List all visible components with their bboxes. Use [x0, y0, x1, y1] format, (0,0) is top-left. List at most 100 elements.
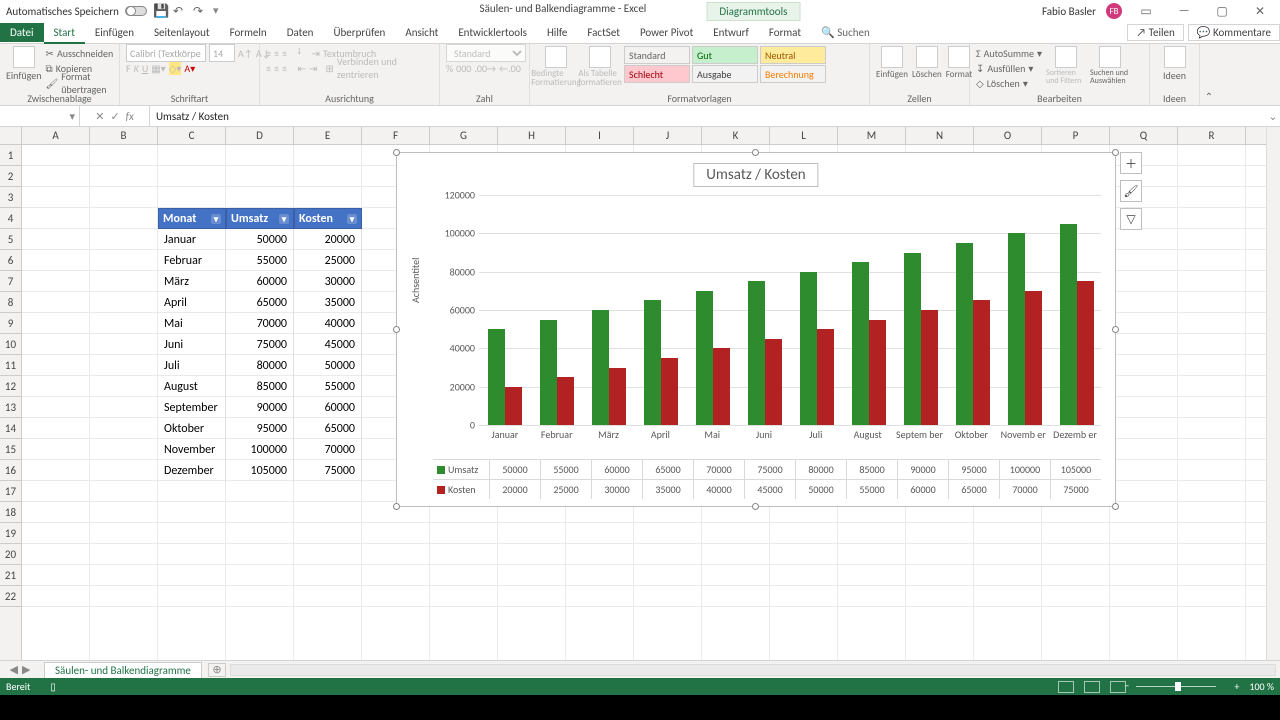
tab-entwurf[interactable]: Entwurf: [703, 23, 759, 42]
column-header[interactable]: K: [702, 127, 770, 144]
row-header[interactable]: 2: [0, 166, 21, 187]
table-row[interactable]: Februar5500025000: [158, 250, 362, 271]
chart-title[interactable]: Umsatz / Kosten: [693, 163, 818, 187]
table-row[interactable]: Juni7500045000: [158, 334, 362, 355]
tab-file[interactable]: Datei: [0, 23, 44, 42]
number-format-select[interactable]: Standard: [446, 44, 526, 62]
table-row[interactable]: Oktober9500065000: [158, 418, 362, 439]
tab-daten[interactable]: Daten: [277, 23, 324, 42]
bar-umsatz[interactable]: [1008, 233, 1025, 425]
zoom-slider[interactable]: [1136, 686, 1216, 687]
resize-handle[interactable]: [752, 503, 759, 510]
cell-style-gut[interactable]: Gut: [692, 46, 758, 64]
column-header[interactable]: I: [566, 127, 634, 144]
column-header[interactable]: A: [22, 127, 90, 144]
zoom-level[interactable]: 100 %: [1249, 680, 1274, 693]
row-header[interactable]: 17: [0, 481, 21, 502]
tab-einfügen[interactable]: Einfügen: [85, 23, 144, 42]
bar-umsatz[interactable]: [800, 272, 817, 425]
y-axis-title[interactable]: Achsentitel: [409, 258, 422, 303]
view-page-layout-icon[interactable]: [1084, 681, 1100, 693]
bar-kosten[interactable]: [973, 300, 990, 425]
table-row[interactable]: Mai7000040000: [158, 313, 362, 334]
tab-hilfe[interactable]: Hilfe: [537, 23, 577, 42]
cells-delete-button[interactable]: Löschen: [912, 46, 942, 80]
sheet-tab-active[interactable]: Säulen- und Balkendiagramme: [44, 662, 202, 678]
table-row[interactable]: September9000060000: [158, 397, 362, 418]
row-header[interactable]: 7: [0, 271, 21, 292]
sheet-nav-prev-icon[interactable]: ◀: [10, 663, 18, 676]
row-header[interactable]: 15: [0, 439, 21, 460]
column-header[interactable]: O: [974, 127, 1042, 144]
row-header[interactable]: 14: [0, 418, 21, 439]
sort-filter-button[interactable]: Sortieren und Filtern: [1046, 46, 1086, 85]
fill-button[interactable]: ↧ Ausfüllen ▾: [976, 61, 1042, 75]
chart-filters-button[interactable]: ▽: [1120, 208, 1142, 230]
column-header[interactable]: G: [430, 127, 498, 144]
cell-style-schlecht[interactable]: Schlecht: [624, 65, 690, 83]
column-header[interactable]: B: [90, 127, 158, 144]
row-header[interactable]: 3: [0, 187, 21, 208]
cell-style-berechnung[interactable]: Berechnung: [760, 65, 826, 83]
filter-icon[interactable]: [279, 212, 289, 226]
cut-button[interactable]: ✂ Ausschneiden: [46, 46, 114, 60]
cells-format-button[interactable]: Format: [946, 46, 972, 80]
tab-überprüfen[interactable]: Überprüfen: [323, 23, 395, 42]
resize-handle[interactable]: [393, 326, 400, 333]
formula-input[interactable]: Umsatz / Kosten: [150, 110, 1266, 123]
bar-kosten[interactable]: [1025, 291, 1042, 425]
chart-styles-button[interactable]: 🖌: [1120, 180, 1142, 202]
cells-insert-button[interactable]: Einfügen: [876, 46, 908, 80]
chart-elements-button[interactable]: ＋: [1120, 152, 1142, 174]
minimize-icon[interactable]: —: [1170, 4, 1198, 18]
clear-button[interactable]: ◇ Löschen ▾: [976, 76, 1042, 90]
conditional-formatting-button[interactable]: Bedingte Formatierung: [536, 46, 576, 87]
bar-kosten[interactable]: [713, 348, 730, 425]
tab-start[interactable]: Start: [44, 23, 85, 44]
autosum-button[interactable]: Σ AutoSumme ▾: [976, 46, 1042, 60]
tab-seitenlayout[interactable]: Seitenlayout: [144, 23, 220, 42]
column-header[interactable]: H: [498, 127, 566, 144]
column-header[interactable]: R: [1178, 127, 1246, 144]
horizontal-scrollbar[interactable]: [230, 664, 1276, 676]
column-header[interactable]: F: [362, 127, 430, 144]
table-header-umsatz[interactable]: Umsatz: [226, 208, 294, 229]
view-normal-icon[interactable]: [1058, 681, 1074, 693]
row-header[interactable]: 20: [0, 544, 21, 565]
row-header[interactable]: 12: [0, 376, 21, 397]
bar-kosten[interactable]: [661, 358, 678, 425]
bar-umsatz[interactable]: [488, 329, 505, 425]
resize-handle[interactable]: [393, 503, 400, 510]
name-box[interactable]: ▾: [0, 106, 80, 126]
column-header[interactable]: N: [906, 127, 974, 144]
row-header[interactable]: 9: [0, 313, 21, 334]
chart-object[interactable]: Umsatz / Kosten Achsentitel 020000400006…: [396, 152, 1116, 507]
table-row[interactable]: April6500035000: [158, 292, 362, 313]
table-row[interactable]: Juli8000050000: [158, 355, 362, 376]
bar-umsatz[interactable]: [644, 300, 661, 425]
table-header-kosten[interactable]: Kosten: [294, 208, 362, 229]
row-header[interactable]: 5: [0, 229, 21, 250]
bar-umsatz[interactable]: [956, 243, 973, 425]
worksheet-grid[interactable]: ABCDEFGHIJKLMNOPQR 123456789101112131415…: [0, 127, 1280, 660]
column-header[interactable]: C: [158, 127, 226, 144]
resize-handle[interactable]: [1112, 326, 1119, 333]
tab-ansicht[interactable]: Ansicht: [395, 23, 448, 42]
font-name-input[interactable]: [126, 44, 206, 62]
column-header[interactable]: J: [634, 127, 702, 144]
redo-icon[interactable]: ↷: [193, 4, 207, 18]
bar-umsatz[interactable]: [904, 253, 921, 426]
column-header[interactable]: P: [1042, 127, 1110, 144]
fx-icon[interactable]: fx: [126, 110, 134, 123]
bar-kosten[interactable]: [921, 310, 938, 425]
expand-formula-bar-icon[interactable]: ⌄: [1266, 110, 1280, 123]
bar-umsatz[interactable]: [748, 281, 765, 425]
tab-factset[interactable]: FactSet: [577, 23, 630, 42]
tab-power pivot[interactable]: Power Pivot: [630, 23, 703, 42]
tab-formeln[interactable]: Formeln: [220, 23, 277, 42]
ribbon-display-icon[interactable]: ▭: [1132, 4, 1160, 19]
resize-handle[interactable]: [1112, 149, 1119, 156]
table-header-monat[interactable]: Monat: [158, 208, 226, 229]
bar-umsatz[interactable]: [696, 291, 713, 425]
bar-umsatz[interactable]: [852, 262, 869, 425]
